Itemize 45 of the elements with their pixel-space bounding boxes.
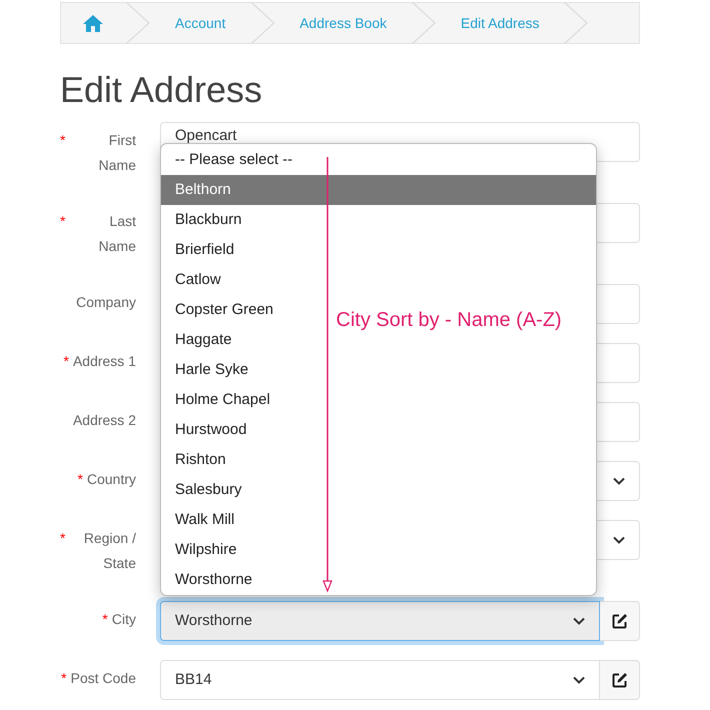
field-label: Company	[76, 293, 136, 312]
home-icon	[82, 14, 104, 32]
chevron-down-icon	[573, 617, 585, 625]
dropdown-option[interactable]: Worsthorne	[161, 565, 266, 595]
dropdown-option[interactable]: Haggate	[161, 325, 246, 355]
dropdown-option[interactable]: Harle Syke	[161, 355, 262, 385]
field-label: Country	[86, 470, 136, 489]
edit-icon	[612, 613, 628, 629]
dropdown-option[interactable]: Belthorn	[161, 175, 596, 205]
dropdown-option[interactable]: Walk Mill	[161, 505, 248, 535]
dropdown-option[interactable]: Catlow	[161, 265, 235, 295]
field-value: BB14	[175, 670, 212, 690]
select-field[interactable]: Worsthorne	[160, 601, 600, 641]
required-asterisk: *	[61, 669, 67, 688]
edit-icon	[612, 672, 628, 688]
required-asterisk: *	[64, 352, 69, 371]
dropdown-option[interactable]: Blackburn	[161, 205, 256, 235]
dropdown-option[interactable]: Hurstwood	[161, 415, 261, 445]
required-asterisk: *	[60, 529, 66, 548]
required-asterisk: *	[102, 610, 108, 629]
field-label: Region / State	[82, 529, 136, 573]
page-heading: Edit Address	[60, 68, 264, 112]
field-label: City	[112, 610, 136, 629]
field-label: Address 2	[72, 411, 136, 430]
required-asterisk: *	[60, 131, 66, 150]
dropdown-option[interactable]: Holme Chapel	[161, 385, 284, 415]
required-asterisk: *	[78, 470, 83, 489]
dropdown-option[interactable]: Salesbury	[161, 475, 256, 505]
field-label: Post Code	[70, 669, 136, 688]
annotation-text: City Sort by - Name (A-Z)	[336, 308, 562, 333]
edit-button[interactable]	[600, 660, 640, 700]
field-value: Worsthorne	[175, 610, 252, 631]
dropdown-option[interactable]: Wilpshire	[161, 535, 251, 565]
required-asterisk: *	[60, 212, 66, 231]
dropdown-option[interactable]: Brierfield	[161, 235, 248, 265]
field-label: Address 1	[72, 352, 136, 371]
field-label: Last Name	[98, 212, 136, 256]
chevron-down-icon	[613, 536, 625, 544]
dropdown-option[interactable]: Rishton	[161, 445, 240, 475]
select-field[interactable]: BB14	[160, 660, 600, 700]
edit-button[interactable]	[600, 601, 640, 641]
chevron-down-icon	[613, 477, 625, 485]
dropdown-option[interactable]: Copster Green	[161, 295, 288, 325]
chevron-down-icon	[573, 676, 585, 684]
field-label: First Name	[98, 131, 136, 175]
